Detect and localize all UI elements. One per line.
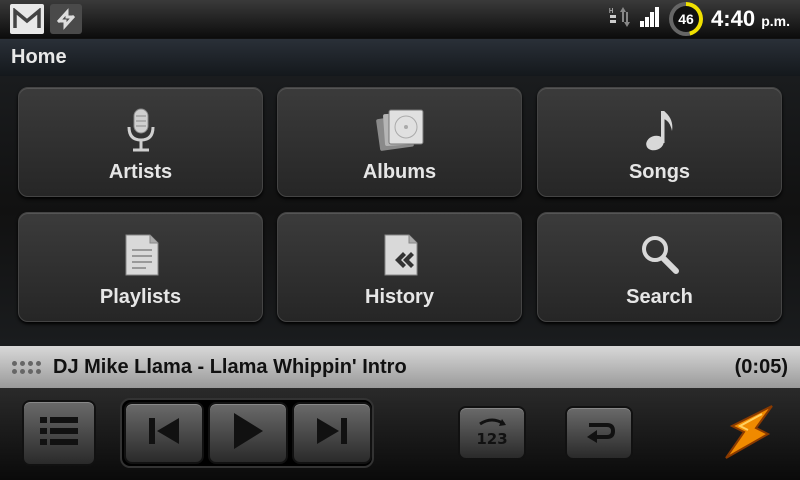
signal-icon: [639, 6, 661, 33]
tile-label: Search: [626, 286, 693, 308]
drag-handle-icon[interactable]: [12, 360, 41, 374]
playlist-icon: [122, 230, 160, 280]
menu-list-icon: [38, 414, 80, 453]
play-button[interactable]: [208, 402, 288, 464]
next-button[interactable]: [292, 402, 372, 464]
tile-label: Playlists: [99, 286, 182, 308]
previous-button[interactable]: [124, 402, 204, 464]
tile-search[interactable]: Search: [537, 212, 782, 322]
tile-label: Songs: [628, 161, 691, 183]
previous-icon: [147, 416, 181, 451]
shuffle-icon: 123: [472, 414, 512, 453]
shuffle-text: 123: [476, 430, 507, 448]
search-icon: [638, 230, 682, 280]
music-note-icon: [642, 105, 678, 155]
menu-list-button[interactable]: [22, 400, 96, 466]
clock-ampm: p.m.: [761, 13, 790, 29]
battery-level: 46: [673, 6, 700, 32]
tile-playlists[interactable]: Playlists: [18, 212, 263, 322]
history-icon: [381, 230, 419, 280]
repeat-button[interactable]: [565, 406, 633, 460]
clock-time: 4:40: [711, 6, 756, 31]
next-icon: [315, 416, 349, 451]
clock: 4:40 p.m.: [711, 6, 790, 32]
sync-icon: [50, 4, 82, 34]
play-icon: [231, 411, 265, 456]
now-playing-title: DJ Mike Llama - Llama Whippin' Intro: [53, 355, 407, 378]
now-playing-time: (0:05): [734, 355, 788, 378]
now-playing-bar[interactable]: DJ Mike Llama - Llama Whippin' Intro (0:…: [0, 346, 800, 388]
library-grid: Artists Albums Songs Playlists History S…: [0, 76, 800, 346]
repeat-icon: [581, 419, 617, 448]
transport-group: [120, 398, 374, 468]
tile-artists[interactable]: Artists: [18, 87, 263, 197]
battery-indicator: 46: [669, 2, 704, 36]
status-bar: H 46 4:40 p.m.: [0, 0, 800, 38]
microphone-icon: [124, 105, 158, 155]
data-transfer-icon: H: [609, 4, 631, 35]
gmail-icon: [10, 4, 44, 34]
tile-albums[interactable]: Albums: [277, 87, 522, 197]
title-bar: Home: [0, 38, 800, 76]
shuffle-button[interactable]: 123: [458, 406, 526, 460]
page-title: Home: [11, 46, 67, 68]
winamp-logo: [722, 402, 778, 467]
playback-controls: 123: [0, 388, 800, 480]
tile-history[interactable]: History: [277, 212, 522, 322]
svg-text:H: H: [609, 7, 613, 15]
tile-label: Artists: [108, 161, 173, 183]
tile-label: Albums: [362, 161, 437, 183]
album-icon: [374, 105, 426, 155]
tile-songs[interactable]: Songs: [537, 87, 782, 197]
tile-label: History: [365, 286, 434, 308]
